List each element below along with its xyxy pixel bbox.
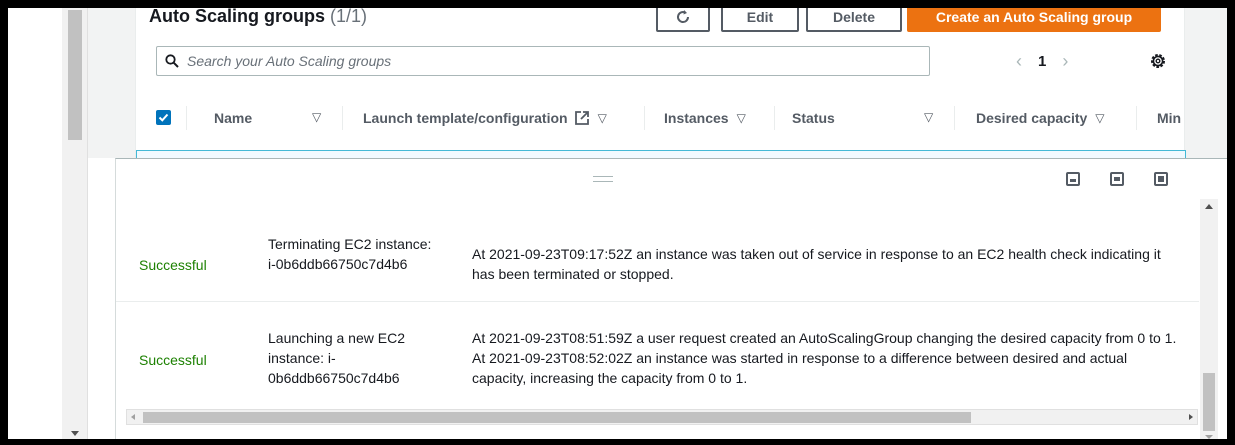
scroll-up-icon[interactable]	[1205, 204, 1213, 209]
column-divider	[774, 106, 775, 130]
console-window: Auto Scaling groups (1/1) Edit Delete Cr…	[8, 8, 1227, 439]
external-link-icon	[574, 111, 589, 125]
column-label: Desired capacity	[976, 110, 1088, 126]
sort-desired-capacity-icon[interactable]: ▽	[1095, 111, 1104, 125]
page-scrollbar-thumb[interactable]	[68, 10, 82, 140]
activity-cause: At 2021-09-23T08:51:59Z a user request c…	[472, 330, 1177, 386]
sort-instances-icon[interactable]: ▽	[737, 111, 746, 125]
sort-name-icon[interactable]: ▽	[312, 110, 321, 124]
panel-side-position-icon[interactable]	[1154, 172, 1168, 186]
column-label: Status	[792, 110, 835, 126]
activity-description: Terminating EC2 instance: i-0b6ddb66750c…	[268, 236, 432, 272]
search-input[interactable]	[187, 53, 887, 69]
search-field[interactable]	[156, 46, 930, 76]
column-label: Name	[214, 110, 253, 126]
activity-vertical-scrollbar[interactable]	[1200, 199, 1218, 439]
asg-selection-count: (1/1)	[330, 8, 368, 26]
column-label: Instances	[664, 110, 729, 126]
panel-middle-position-icon[interactable]	[1110, 172, 1124, 186]
column-divider	[342, 106, 343, 130]
activity-horizontal-scrollbar[interactable]	[126, 409, 1198, 425]
auto-scaling-groups-panel: Auto Scaling groups (1/1) Edit Delete Cr…	[88, 8, 1227, 158]
page-scrollbar[interactable]	[62, 8, 88, 439]
previous-page-icon[interactable]: ‹	[1016, 51, 1022, 72]
table-row: Successful Launching a new EC2 instance:…	[116, 303, 1199, 409]
column-label: Launch template/configuration	[363, 110, 568, 126]
selected-table-row[interactable]	[136, 150, 1186, 158]
scroll-right-icon[interactable]	[1189, 414, 1193, 420]
page-number[interactable]: 1	[1038, 53, 1046, 70]
pagination: ‹ 1 ›	[1016, 48, 1068, 74]
vertical-scrollbar-thumb[interactable]	[1203, 373, 1215, 431]
edit-button[interactable]: Edit	[721, 8, 799, 32]
asg-title-text: Auto Scaling groups	[149, 8, 326, 26]
select-all-checkbox[interactable]	[156, 110, 171, 125]
column-divider	[186, 106, 187, 130]
column-header-min[interactable]: Min	[1157, 110, 1181, 126]
column-header-name[interactable]: Name	[214, 110, 252, 126]
scroll-down-icon[interactable]	[1205, 435, 1213, 439]
next-page-icon[interactable]: ›	[1062, 51, 1068, 72]
table-header: Name ▽ Launch template/configuration ▽ I…	[136, 98, 1186, 140]
activity-description: Launching a new EC2 instance: i-0b6ddb66…	[268, 330, 405, 386]
panel-bottom-position-icon[interactable]	[1066, 172, 1080, 186]
resize-handle-icon[interactable]	[593, 176, 613, 182]
activity-history-list: Successful Terminating EC2 instance: i-0…	[116, 209, 1199, 409]
column-header-instances[interactable]: Instances ▽	[664, 110, 746, 126]
sort-status-icon[interactable]: ▽	[924, 110, 933, 124]
auto-scaling-groups-card: Auto Scaling groups (1/1) Edit Delete Cr…	[135, 8, 1186, 158]
column-header-desired-capacity[interactable]: Desired capacity ▽	[976, 110, 1105, 126]
activity-status: Successful	[139, 352, 207, 368]
table-row: Successful Terminating EC2 instance: i-0…	[116, 209, 1199, 302]
scroll-down-icon[interactable]	[71, 431, 79, 436]
search-icon	[165, 54, 179, 68]
activity-status: Successful	[139, 257, 207, 273]
refresh-icon	[677, 10, 690, 23]
page-title: Auto Scaling groups (1/1)	[149, 8, 367, 27]
horizontal-scrollbar-thumb[interactable]	[143, 412, 971, 423]
activity-cause: At 2021-09-23T09:17:52Z an instance was …	[472, 246, 1161, 282]
column-divider	[954, 106, 955, 130]
column-label: Min	[1157, 110, 1182, 126]
scroll-left-icon[interactable]	[131, 414, 135, 420]
column-header-launch-template[interactable]: Launch template/configuration ▽	[363, 110, 607, 126]
refresh-button[interactable]	[656, 8, 710, 32]
checkmark-icon	[158, 113, 169, 122]
gear-icon[interactable]	[1149, 52, 1167, 70]
sort-launch-template-icon[interactable]: ▽	[598, 111, 607, 125]
create-auto-scaling-group-button[interactable]: Create an Auto Scaling group	[907, 8, 1161, 32]
column-header-status[interactable]: Status	[792, 110, 835, 126]
delete-button[interactable]: Delete	[806, 8, 902, 32]
column-divider	[644, 106, 645, 130]
split-panel: Successful Terminating EC2 instance: i-0…	[115, 158, 1227, 439]
column-divider	[1136, 106, 1137, 130]
